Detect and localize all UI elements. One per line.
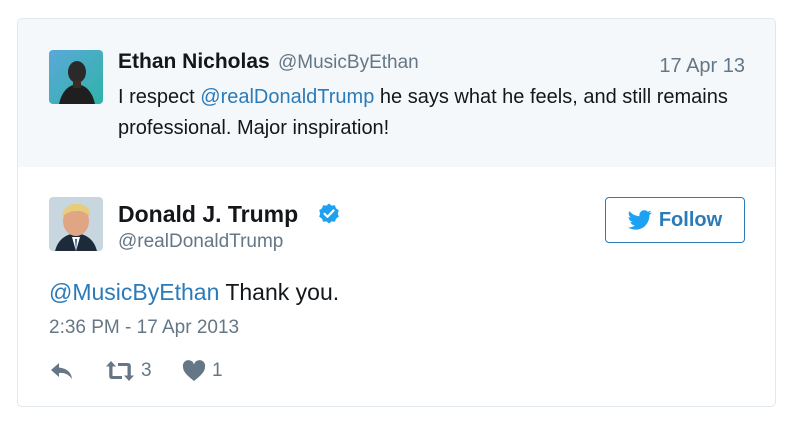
avatar-donald-trump[interactable] — [49, 197, 103, 251]
main-tweet-timestamp[interactable]: 2:36 PM - 17 Apr 2013 — [49, 317, 239, 339]
mention-link-musicbyethan[interactable]: @MusicByEthan — [49, 279, 219, 305]
parent-tweet-text: I respect @realDonaldTrump he says what … — [118, 82, 738, 144]
like-button[interactable]: 1 — [182, 360, 223, 382]
avatar-ethan-nicholas[interactable] — [49, 50, 103, 104]
parent-tweet[interactable]: Ethan Nicholas @MusicByEthan 17 Apr 13 I… — [18, 19, 775, 167]
twitter-bird-icon — [627, 210, 652, 230]
like-count: 1 — [212, 360, 223, 381]
parent-text-prefix: I respect — [118, 86, 201, 108]
main-text-body: Thank you. — [219, 279, 340, 305]
main-tweet: Donald J. Trump @realDonaldTrump Follow … — [18, 167, 775, 406]
reply-button[interactable] — [49, 360, 75, 382]
retweet-button[interactable]: 3 — [105, 360, 152, 382]
retweet-count: 3 — [141, 360, 152, 381]
main-author-name[interactable]: Donald J. Trump — [118, 201, 298, 228]
main-author-handle[interactable]: @realDonaldTrump — [118, 231, 283, 253]
embedded-tweet-card: Ethan Nicholas @MusicByEthan 17 Apr 13 I… — [17, 18, 776, 407]
follow-button[interactable]: Follow — [605, 197, 745, 243]
verified-badge-icon — [319, 203, 339, 224]
main-tweet-text: @MusicByEthan Thank you. — [49, 279, 339, 306]
retweet-icon — [106, 361, 134, 381]
parent-author-handle[interactable]: @MusicByEthan — [278, 52, 419, 74]
reply-icon — [51, 363, 72, 379]
mention-link-realdonaldtrump[interactable]: @realDonaldTrump — [200, 86, 374, 108]
heart-icon — [182, 360, 206, 381]
parent-author-name[interactable]: Ethan Nicholas — [118, 50, 270, 74]
parent-tweet-date[interactable]: 17 Apr 13 — [659, 55, 745, 78]
follow-button-label: Follow — [658, 208, 723, 231]
